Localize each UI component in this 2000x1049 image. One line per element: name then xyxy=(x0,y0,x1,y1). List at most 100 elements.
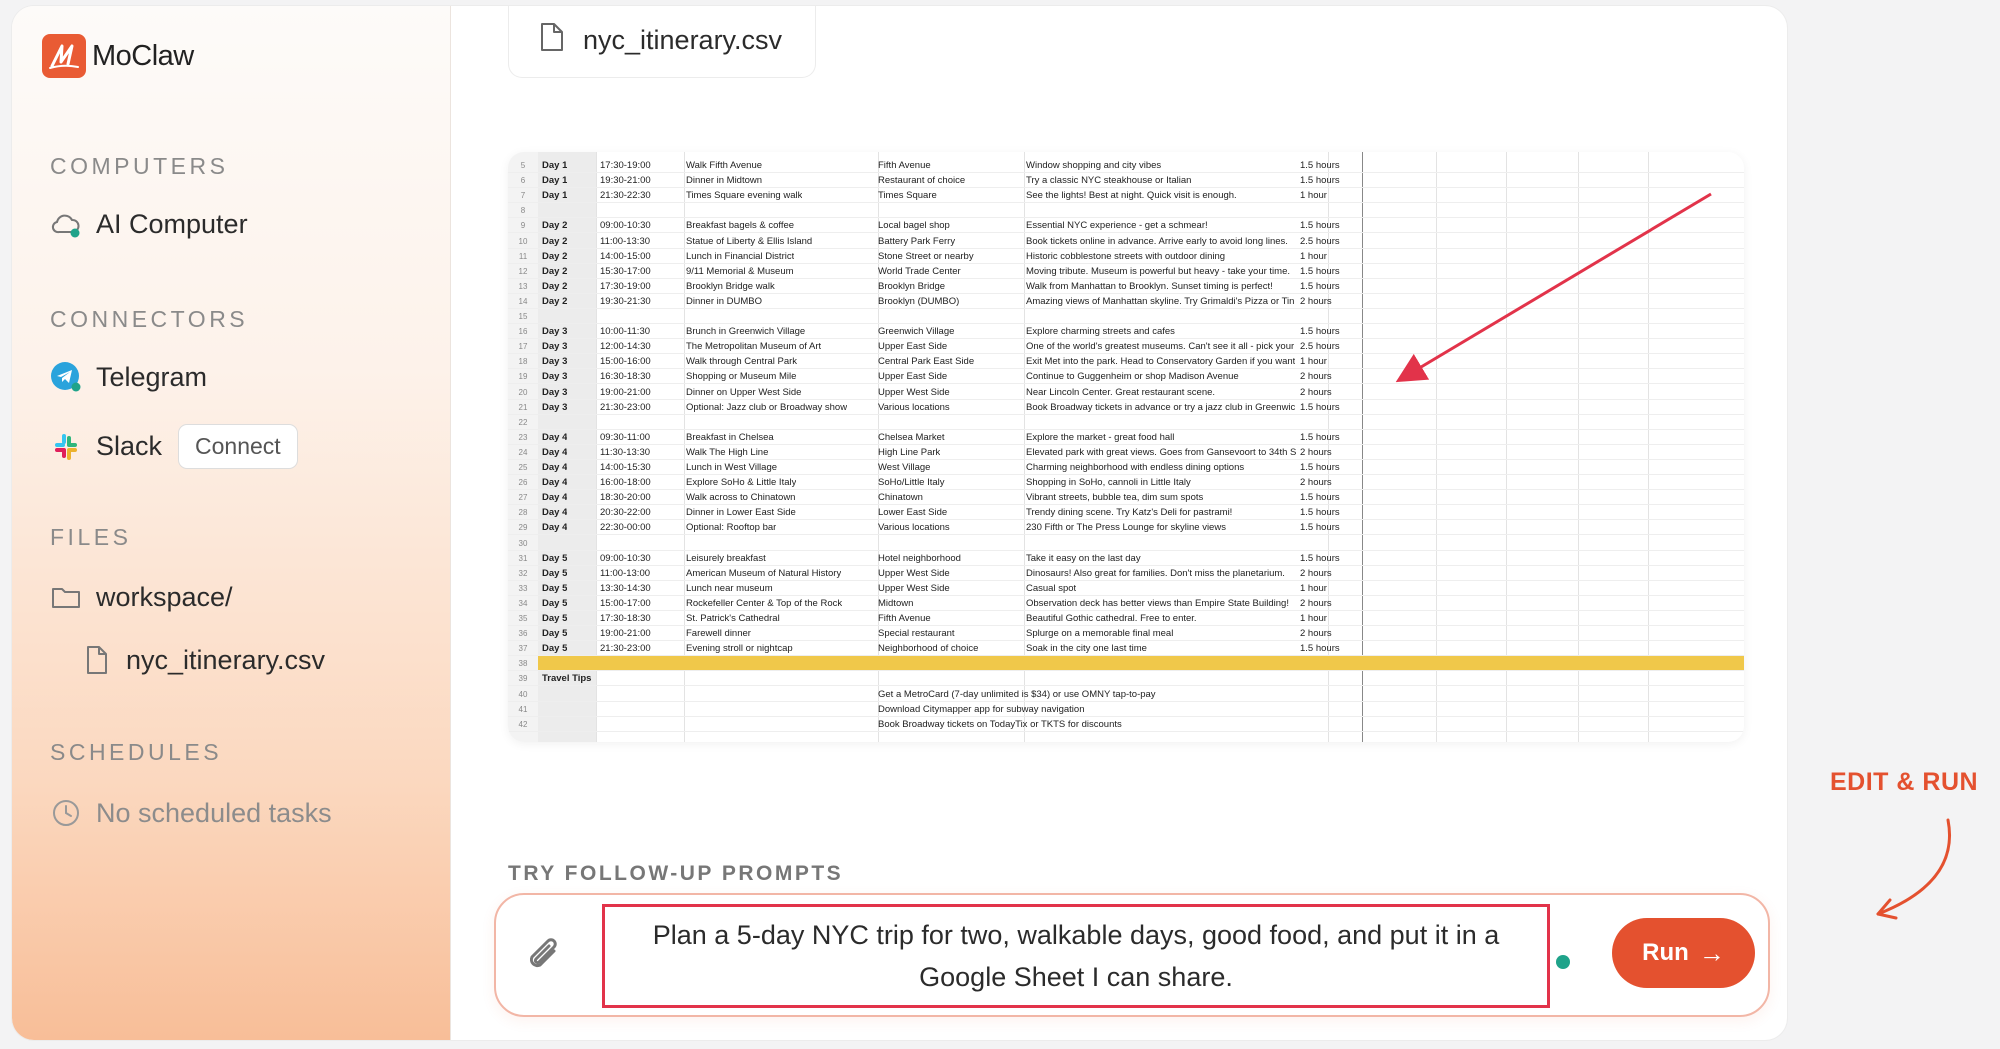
cell-time: 11:00-13:00 xyxy=(600,567,651,579)
table-row: 36 Day 5 19:00-21:00 Farewell dinner Special… xyxy=(508,626,1744,642)
row-number: 9 xyxy=(520,221,526,231)
run-button[interactable]: Run → xyxy=(1612,918,1755,988)
cell-day: Day 4 xyxy=(542,522,568,534)
ai-computer-label: AI Computer xyxy=(96,208,248,239)
cell-activity: American Museum of Natural History xyxy=(686,567,842,579)
cell-activity: Leisurely breakfast xyxy=(686,552,766,564)
run-label: Run xyxy=(1642,939,1689,966)
cell-time: 17:30-18:30 xyxy=(600,613,651,624)
cell-duration: 1.5 hours xyxy=(1300,220,1340,232)
cell-location: Fifth Avenue xyxy=(878,613,931,624)
cell-time: 15:30-17:00 xyxy=(600,265,651,277)
cell-notes: Continue to Guggenheim or shop Madison A… xyxy=(1026,371,1239,383)
cell-day: Day 1 xyxy=(542,160,568,171)
cell-duration: 2 hours xyxy=(1300,386,1332,398)
cell-time: 21:30-23:00 xyxy=(600,643,651,655)
cell-day: Day 3 xyxy=(542,386,568,398)
sidebar-item-workspace-folder[interactable]: workspace/ xyxy=(50,581,233,613)
sidebar-item-ai-computer[interactable]: AI Computer xyxy=(50,208,248,240)
app-window: MoClaw COMPUTERS AI Computer CONNECTORS xyxy=(12,6,1787,1040)
cell-duration: 1 hour xyxy=(1300,613,1327,624)
cell-location: Stone Street or nearby xyxy=(878,250,974,262)
cell-day: Day 5 xyxy=(542,643,568,655)
cell-duration: 1.5 hours xyxy=(1300,431,1340,443)
cell-day: Day 5 xyxy=(542,552,568,564)
edit-run-annotation: EDIT & RUN xyxy=(1830,768,1979,796)
cell-duration: 1.5 hours xyxy=(1300,280,1340,292)
cell-time: 14:00-15:30 xyxy=(600,462,651,473)
table-row: 20 Day 3 19:00-21:00 Dinner on Upper West S… xyxy=(508,385,1744,400)
cell-location: Upper West Side xyxy=(878,582,950,594)
row-number: 15 xyxy=(518,312,528,321)
slack-connect-button[interactable]: Connect xyxy=(178,424,298,469)
cell-location: Book Broadway tickets on TodayTix or TKT… xyxy=(878,718,1122,730)
cell-day: Day 2 xyxy=(542,295,568,307)
row-number: 26 xyxy=(518,478,528,488)
cell-duration: 1.5 hours xyxy=(1300,507,1340,519)
cell-activity: Breakfast bagels & coffee xyxy=(686,220,795,232)
cell-duration: 1 hour xyxy=(1300,250,1327,262)
files-heading: FILES xyxy=(50,524,132,550)
row-number: 42 xyxy=(518,719,528,729)
cell-location: Midtown xyxy=(878,597,914,609)
cell-time: 17:30-19:00 xyxy=(600,160,651,171)
row-number: 37 xyxy=(518,644,528,654)
cell-notes: Observation deck has better views than E… xyxy=(1026,597,1289,609)
cell-activity: Lunch near museum xyxy=(686,582,773,594)
cell-time: 16:00-18:00 xyxy=(600,477,651,489)
status-dot xyxy=(1556,955,1570,969)
cell-activity: Optional: Jazz club or Broadway show xyxy=(686,401,848,413)
cell-notes: Window shopping and city vibes xyxy=(1026,160,1162,171)
sidebar-item-file[interactable]: nyc_itinerary.csv xyxy=(80,644,325,676)
cell-day: Day 2 xyxy=(542,220,568,232)
cell-time: 20:30-22:00 xyxy=(600,507,651,519)
cell-duration: 2 hours xyxy=(1300,567,1332,579)
prompt-input[interactable]: Plan a 5-day NYC trip for two, walkable … xyxy=(602,904,1550,1008)
table-row: 22 xyxy=(508,415,1744,430)
logo[interactable]: MoClaw xyxy=(42,34,194,78)
cell-location: Neighborhood of choice xyxy=(878,643,979,655)
cell-activity: Walk Fifth Avenue xyxy=(686,160,763,171)
row-number: 5 xyxy=(520,161,526,170)
cell-location: West Village xyxy=(878,462,931,473)
cell-day: Day 1 xyxy=(542,190,568,202)
sidebar-item-telegram[interactable]: Telegram xyxy=(50,361,207,393)
arrow-right-icon: → xyxy=(1698,937,1725,968)
row-number: 38 xyxy=(518,659,528,669)
cell-duration: 1.5 hours xyxy=(1300,326,1340,338)
table-row: 32 Day 5 11:00-13:00 American Museum of Nat… xyxy=(508,566,1744,581)
paperclip-icon[interactable] xyxy=(526,933,566,982)
table-row: 11 Day 2 14:00-15:00 Lunch in Financial Dis… xyxy=(508,249,1744,264)
table-row: 7 Day 1 21:30-22:30 Times Square evening wa… xyxy=(508,188,1744,204)
row-number: 29 xyxy=(518,523,528,533)
row-number: 16 xyxy=(518,327,528,337)
cell-activity: 9/11 Memorial & Museum xyxy=(686,265,794,277)
cell-notes: Shopping in SoHo, cannoli in Little Ital… xyxy=(1026,477,1191,489)
cell-duration: 1.5 hours xyxy=(1300,643,1340,655)
cell-location: Battery Park Ferry xyxy=(878,235,956,247)
row-number: 35 xyxy=(518,614,528,623)
cell-time: 13:30-14:30 xyxy=(600,582,651,594)
sidebar-item-slack[interactable]: Slack Connect xyxy=(50,424,298,469)
sidebar: MoClaw COMPUTERS AI Computer CONNECTORS xyxy=(12,6,451,1040)
cell-location: Central Park East Side xyxy=(878,356,975,368)
cell-duration: 2 hours xyxy=(1300,628,1332,640)
cell-time: 15:00-16:00 xyxy=(600,356,651,368)
cell-time: 11:30-13:30 xyxy=(600,446,651,458)
open-file-tab[interactable]: nyc_itinerary.csv xyxy=(508,6,816,78)
table-row: 17 Day 3 12:00-14:30 The Metropolitan Museu… xyxy=(508,339,1744,355)
cell-activity: Farewell dinner xyxy=(686,628,751,640)
spreadsheet-preview[interactable]: 5 Day 1 17:30-19:00 Walk Fifth Avenue Fifth … xyxy=(508,152,1744,742)
table-row: 39 Travel Tips xyxy=(508,671,1744,687)
cloud-icon xyxy=(50,208,82,240)
schedules-empty-label: No scheduled tasks xyxy=(96,797,332,828)
cell-location: Upper East Side xyxy=(878,371,948,383)
cell-day: Day 2 xyxy=(542,235,568,247)
cell-day: Day 3 xyxy=(542,356,568,368)
open-file-name: nyc_itinerary.csv xyxy=(583,25,783,55)
table-row: 9 Day 2 09:00-10:30 Breakfast bagels & coff… xyxy=(508,218,1744,234)
table-row: 34 Day 5 15:00-17:00 Rockefeller Center & T… xyxy=(508,596,1744,611)
cell-duration: 1.5 hours xyxy=(1300,265,1340,277)
row-number: 30 xyxy=(518,538,528,548)
row-number: 12 xyxy=(518,266,528,276)
